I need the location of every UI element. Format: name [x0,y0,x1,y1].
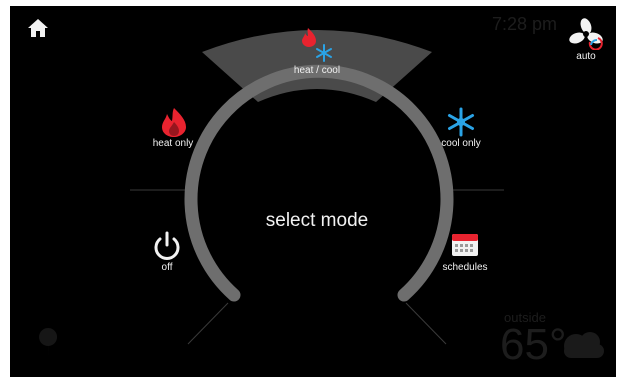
dial-title: select mode [265,210,369,231]
calendar-icon [452,234,478,256]
heat-cool-icon [302,28,332,62]
mode-cool-only-button[interactable]: cool only [428,106,494,152]
mode-schedules-button[interactable]: schedules [434,230,496,278]
flame-icon [302,28,316,47]
divider-bottom-right [405,302,447,345]
home-icon [28,19,48,37]
mode-heat-cool-button[interactable]: heat / cool [272,20,362,80]
mode-off-label: off [161,262,173,273]
mode-cool-only-label: cool only [441,138,481,149]
power-icon [154,231,180,260]
divider-bottom-left [187,302,229,345]
home-button[interactable] [26,16,50,40]
fan-mode-label: auto [576,51,596,62]
flame-icon [162,108,186,137]
mode-heat-cool-label: heat / cool [293,65,341,76]
mode-off-button[interactable]: off [142,230,192,278]
snowflake-icon [448,107,474,137]
mode-schedules-label: schedules [442,262,488,273]
snowflake-icon [316,44,332,62]
thermostat-screen: 7:28 pm outside 65° select mode heat / c… [10,6,616,377]
fan-button[interactable]: auto [566,16,606,62]
mode-heat-only-button[interactable]: heat only [140,106,206,152]
dial-arc [184,64,454,302]
fan-icon [569,18,603,51]
mode-heat-only-label: heat only [152,138,194,149]
